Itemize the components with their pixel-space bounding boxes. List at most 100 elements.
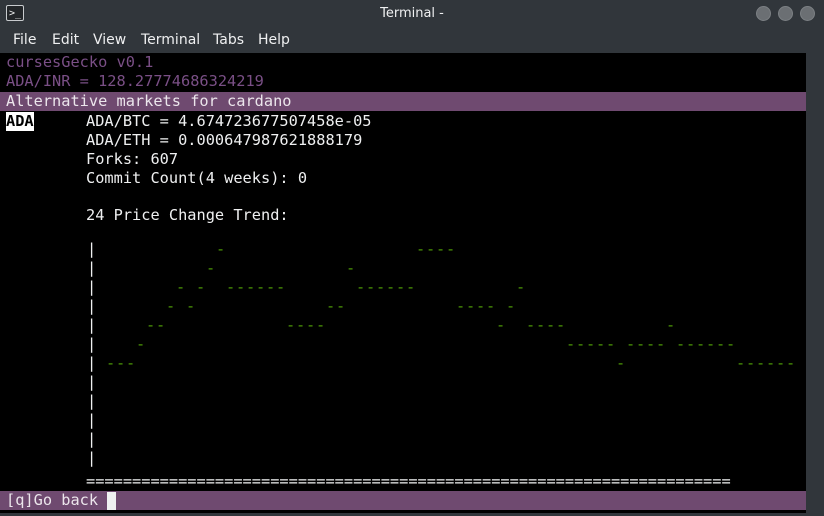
chart-point: - <box>506 297 515 315</box>
chart-point: - <box>246 278 255 296</box>
window-titlebar: >_ Terminal - <box>0 0 824 28</box>
chart-point: - <box>646 335 655 353</box>
chart-point: - <box>106 354 115 372</box>
chart-point: - <box>166 297 175 315</box>
chart-point: - <box>326 297 335 315</box>
chart-point: - <box>746 354 755 372</box>
chart-axis-segment: | <box>87 411 96 429</box>
chart-point: - <box>186 297 195 315</box>
chart-point: - <box>306 316 315 334</box>
chart-point: - <box>336 297 345 315</box>
chart-point: - <box>616 354 625 372</box>
chart-point: - <box>496 316 505 334</box>
chart-axis-segment: | <box>87 297 96 315</box>
chart-point: - <box>126 354 135 372</box>
chart-point: - <box>266 278 275 296</box>
chart-point: - <box>346 259 355 277</box>
menu-terminal[interactable]: Terminal <box>135 28 206 53</box>
chart-point: - <box>576 335 585 353</box>
menu-edit[interactable]: Edit <box>46 28 85 53</box>
chart-point: - <box>656 335 665 353</box>
chart-point: - <box>766 354 775 372</box>
chart-point: - <box>686 335 695 353</box>
menu-bar: File Edit View Terminal Tabs Help <box>0 28 824 53</box>
menu-tabs[interactable]: Tabs <box>207 28 250 53</box>
text-cursor <box>107 492 116 510</box>
chart-baseline: ========================================… <box>86 472 731 490</box>
chart-point: - <box>146 316 155 334</box>
chart-point: - <box>586 335 595 353</box>
chart-point: - <box>416 240 425 258</box>
chart-point: - <box>676 335 685 353</box>
chart-point: - <box>566 335 575 353</box>
chart-point: - <box>226 278 235 296</box>
chart-point: - <box>606 335 615 353</box>
terminal-area[interactable]: cursesGecko v0.1 ADA/INR = 128.277746863… <box>0 53 806 513</box>
chart-point: - <box>706 335 715 353</box>
terminal-scrollbar[interactable] <box>806 53 824 513</box>
chart-axis-segment: | <box>87 392 96 410</box>
chart-point: - <box>476 297 485 315</box>
chart-point: - <box>776 354 785 372</box>
menu-view[interactable]: View <box>87 28 132 53</box>
chart-point: - <box>426 240 435 258</box>
chart-point: - <box>466 297 475 315</box>
chart-point: - <box>536 316 545 334</box>
chart-point: - <box>286 316 295 334</box>
chart-axis-segment: | <box>87 316 96 334</box>
chart-point: - <box>396 278 405 296</box>
chart-point: - <box>116 354 125 372</box>
chart-point: - <box>356 278 365 296</box>
close-button[interactable] <box>800 6 815 21</box>
chart-point: - <box>206 259 215 277</box>
chart-axis-segment: | <box>87 430 96 448</box>
chart-axis-segment: | <box>87 259 96 277</box>
chart-point: - <box>456 297 465 315</box>
menu-help[interactable]: Help <box>252 28 296 53</box>
chart-point: - <box>406 278 415 296</box>
chart-point: - <box>136 335 145 353</box>
chart-point: - <box>696 335 705 353</box>
chart-point: - <box>516 278 525 296</box>
footer-bar: [q]Go back <box>0 491 806 510</box>
chart-axis-segment: | <box>87 354 96 372</box>
chart-axis-segment: | <box>87 278 96 296</box>
chart-point: - <box>376 278 385 296</box>
chart-point: - <box>276 278 285 296</box>
chart-point: - <box>626 335 635 353</box>
chart-point: - <box>596 335 605 353</box>
chart-axis-segment: | <box>87 335 96 353</box>
chart-point: - <box>196 278 205 296</box>
chart-point: - <box>156 316 165 334</box>
chart-point: - <box>386 278 395 296</box>
chart-point: - <box>756 354 765 372</box>
chart-point: - <box>736 354 745 372</box>
chart-point: - <box>256 278 265 296</box>
chart-point: - <box>716 335 725 353</box>
chart-point: - <box>216 240 225 258</box>
chart-point: - <box>666 316 675 334</box>
go-back-hint[interactable]: [q]Go back <box>6 491 98 510</box>
chart-point: - <box>556 316 565 334</box>
chart-axis-segment: | <box>87 373 96 391</box>
chart-point: - <box>726 335 735 353</box>
chart-point: - <box>636 335 645 353</box>
chart-point: - <box>546 316 555 334</box>
price-trend-chart: ||||||||||||============================… <box>86 240 795 490</box>
chart-point: - <box>436 240 445 258</box>
minimize-button[interactable] <box>756 6 771 21</box>
chart-point: - <box>786 354 795 372</box>
window-title: Terminal - <box>380 6 444 21</box>
chart-point: - <box>316 316 325 334</box>
menu-file[interactable]: File <box>7 28 42 53</box>
chart-point: - <box>176 278 185 296</box>
chart-point: - <box>236 278 245 296</box>
chart-axis-segment: | <box>87 240 96 258</box>
chart-point: - <box>526 316 535 334</box>
chart-point: - <box>486 297 495 315</box>
chart-axis-segment: | <box>87 449 96 467</box>
chart-point: - <box>446 240 455 258</box>
chart-point: - <box>296 316 305 334</box>
maximize-button[interactable] <box>778 6 793 21</box>
chart-point: - <box>366 278 375 296</box>
